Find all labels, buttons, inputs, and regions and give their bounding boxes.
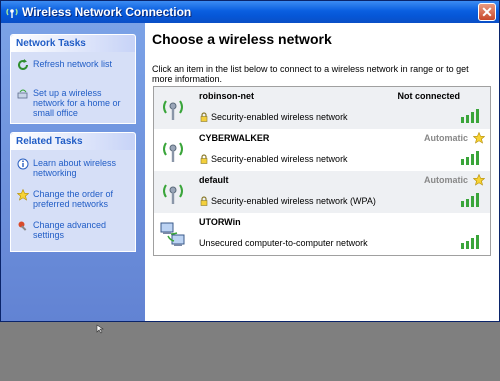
- close-icon: ✕: [481, 4, 493, 20]
- network-item-cyberwalker[interactable]: CYBERWALKER Automatic Security-enabled w…: [154, 129, 490, 171]
- title-bar[interactable]: Wireless Network Connection ✕: [1, 1, 499, 23]
- network-item-utorwin[interactable]: UTORWin Unsecured computer-to-computer n…: [154, 213, 490, 255]
- close-button[interactable]: ✕: [478, 3, 496, 21]
- network-tasks-panel: Network Tasks Refresh network list Set u…: [10, 34, 136, 124]
- task-sidebar: Network Tasks Refresh network list Set u…: [1, 23, 145, 321]
- network-item-default[interactable]: default Automatic Security-enabled wirel…: [154, 171, 490, 213]
- settings-icon: [18, 221, 27, 231]
- wireless-antenna-icon: [163, 184, 183, 204]
- network-item-robinson-net[interactable]: robinson-net Not connected Security-enab…: [154, 87, 490, 129]
- setup-wireless-network-link[interactable]: Set up a wireless network for a home or …: [17, 88, 133, 118]
- learn-about-wireless-link[interactable]: Learn about wireless networking: [17, 158, 133, 178]
- change-advanced-settings-link[interactable]: Change advanced settings: [17, 220, 133, 240]
- connection-status: Automatic: [423, 133, 468, 143]
- wireless-icon: [6, 8, 18, 18]
- page-title: Choose a wireless network: [152, 31, 332, 47]
- network-list[interactable]: robinson-net Not connected Security-enab…: [153, 86, 491, 256]
- window-title: Wireless Network Connection: [22, 5, 192, 19]
- computer-to-computer-icon: [160, 222, 185, 246]
- instruction-text: Click an item in the list below to conne…: [152, 64, 469, 84]
- network-name: robinson-net: [199, 91, 254, 101]
- network-name: UTORWin: [199, 217, 241, 227]
- lock-icon: [200, 112, 208, 122]
- lock-icon: [200, 196, 208, 206]
- change-advanced-settings-label: Change advanced settings: [33, 220, 107, 240]
- lock-icon: [200, 154, 208, 164]
- related-tasks-title: Related Tasks: [11, 133, 135, 150]
- signal-strength-icon: [461, 151, 479, 165]
- related-tasks-panel: Related Tasks Learn about wireless netwo…: [10, 132, 136, 252]
- refresh-network-list-label: Refresh network list: [33, 59, 113, 69]
- signal-strength-icon: [461, 235, 479, 249]
- learn-about-wireless-label: Learn about wireless networking: [33, 158, 117, 178]
- setup-wireless-network-label: Set up a wireless network for a home or …: [33, 88, 121, 118]
- change-preferred-order-label: Change the order of preferred networks: [33, 189, 114, 209]
- signal-strength-icon: [461, 193, 479, 207]
- preferred-star-icon: [473, 132, 485, 144]
- refresh-icon: [18, 59, 28, 70]
- mouse-cursor-icon: [96, 324, 104, 334]
- refresh-network-list-link[interactable]: Refresh network list: [17, 59, 133, 70]
- signal-strength-icon: [461, 109, 479, 123]
- setup-network-icon: [17, 89, 28, 99]
- info-icon: [17, 158, 29, 170]
- wireless-antenna-icon: [163, 142, 183, 162]
- connection-status: Not connected: [397, 91, 460, 101]
- network-tasks-title: Network Tasks: [11, 35, 135, 52]
- security-description: Security-enabled wireless network: [211, 112, 348, 122]
- main-content: Choose a wireless network Click an item …: [145, 23, 499, 321]
- connection-status: Automatic: [423, 175, 468, 185]
- star-icon: [17, 189, 29, 201]
- change-preferred-order-link[interactable]: Change the order of preferred networks: [17, 189, 133, 209]
- security-description: Unsecured computer-to-computer network: [199, 238, 368, 248]
- security-description: Security-enabled wireless network (WPA): [211, 196, 376, 206]
- network-name: CYBERWALKER: [199, 133, 270, 143]
- wireless-network-window: Wireless Network Connection ✕ Network Ta…: [0, 0, 500, 322]
- network-name: default: [199, 175, 229, 185]
- wireless-antenna-icon: [163, 100, 183, 120]
- security-description: Security-enabled wireless network: [211, 154, 348, 164]
- preferred-star-icon: [473, 174, 485, 186]
